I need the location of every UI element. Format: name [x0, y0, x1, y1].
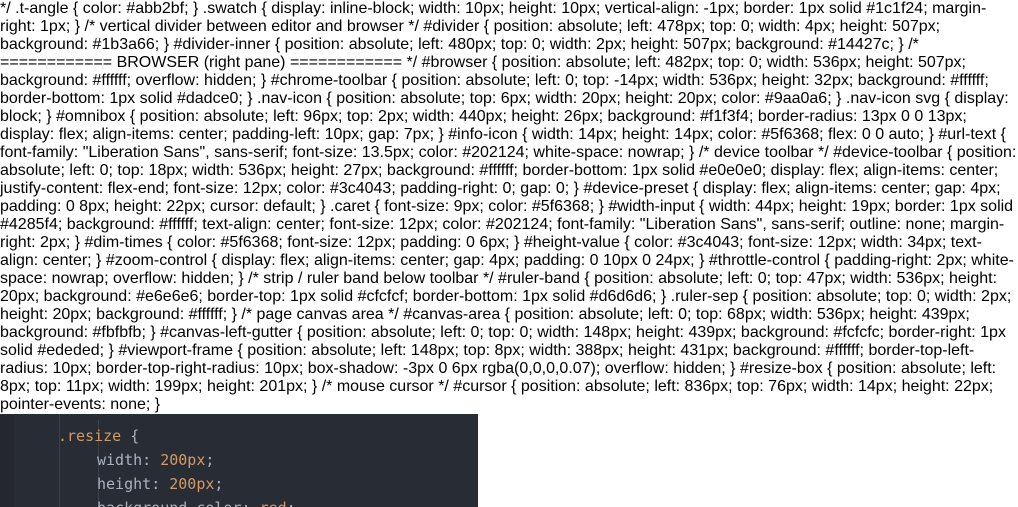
code-line: .resize { [58, 425, 139, 449]
editor-code-content[interactable]: .resize { width: 200px; height: 200px; b… [0, 414, 478, 507]
colon: : [151, 475, 161, 493]
semicolon: ; [205, 451, 215, 469]
css-value: 200px [169, 475, 215, 493]
semicolon: ; [287, 499, 296, 507]
css-property: background-color [97, 499, 242, 507]
semicolon: ; [214, 475, 224, 493]
colon: : [142, 451, 152, 469]
css-property: height [97, 475, 152, 493]
screenshot-root: .resize { width: 200px; height: 200px; b… [0, 414, 1018, 507]
code-line: background-color: red; [97, 497, 296, 507]
brace [121, 427, 130, 445]
css-value: 200px [160, 451, 206, 469]
css-value: red [260, 499, 287, 507]
code-editor-pane[interactable]: .resize { width: 200px; height: 200px; b… [0, 414, 478, 507]
brace-open: { [130, 427, 140, 445]
colon: : [242, 499, 251, 507]
css-property: width [97, 451, 143, 469]
code-line: width: 200px; [97, 449, 214, 473]
css-selector: .resize [58, 427, 122, 445]
code-line: height: 200px; [97, 473, 223, 497]
